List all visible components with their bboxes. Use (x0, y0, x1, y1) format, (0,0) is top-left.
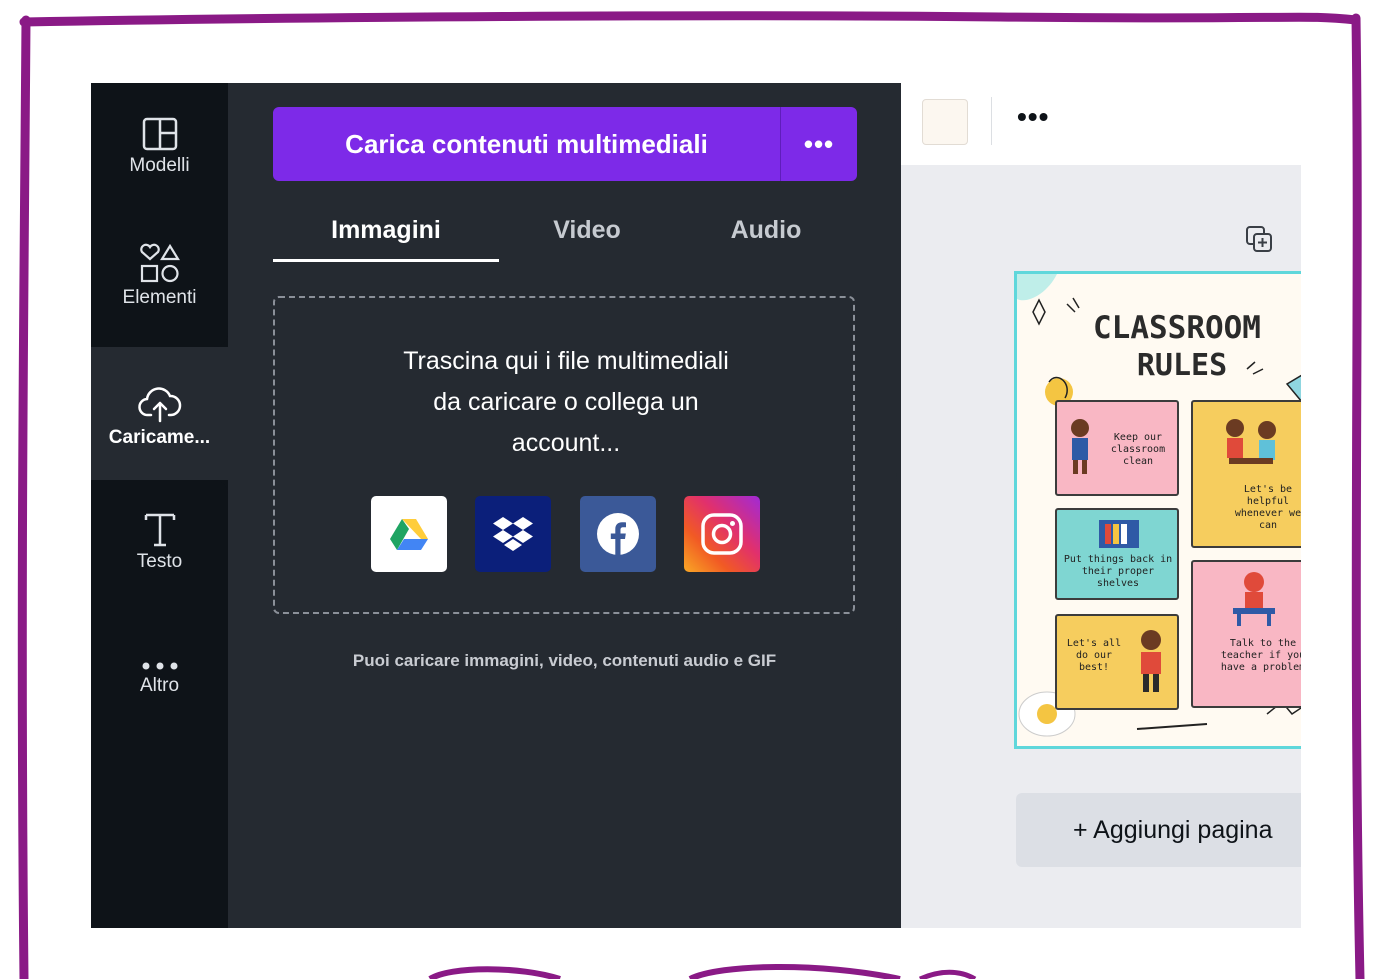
duplicate-page-icon[interactable] (1244, 224, 1274, 254)
canvas-workspace: CLASSROOM RULES Keep our classroom clean… (901, 165, 1301, 928)
sidebar-item-label: Modelli (129, 155, 190, 176)
active-tab-indicator (273, 259, 499, 262)
rule-card-3: Put things back in their proper shelves (1055, 508, 1179, 600)
editor-toolbar: ••• (901, 83, 1301, 165)
sidebar-item-altro[interactable]: Altro (91, 643, 228, 723)
text-icon (143, 503, 177, 547)
poster-title-line-2: RULES (1136, 348, 1228, 383)
child-illustration (1141, 630, 1161, 692)
sidebar-item-caricamenti[interactable]: Caricame... (91, 347, 228, 480)
editor-window: Modelli Elementi Caricame... Testo Altro… (91, 83, 1301, 928)
rule-card-1: Keep our classroom clean (1055, 400, 1179, 496)
dropzone-line-1: Trascina qui i file multimediali (403, 347, 729, 375)
rule-card-5: Let's all do our best! (1055, 614, 1179, 710)
more-dots-icon (141, 643, 179, 671)
uploads-panel: Carica contenuti multimediali ••• Immagi… (228, 83, 901, 928)
instagram-button[interactable] (684, 496, 760, 572)
rule-card-4: Talk to the teacher if you have a proble… (1191, 560, 1301, 708)
side-navigation: Modelli Elementi Caricame... Testo Altro (91, 83, 228, 928)
rule-card-2: Let's be helpful whenever we can (1191, 400, 1301, 548)
rule-text-5: Let's all do our best! (1066, 638, 1122, 673)
media-tabs: Immagini Video Audio (273, 201, 857, 263)
sidebar-item-label: Testo (136, 551, 183, 572)
children-illustration (1226, 419, 1276, 464)
upload-more-button[interactable]: ••• (780, 107, 857, 181)
upload-dropzone[interactable]: Trascina qui i file multimediali da cari… (273, 296, 855, 614)
toolbar-more-button[interactable]: ••• (1017, 101, 1049, 133)
sidebar-item-testo[interactable]: Testo (91, 503, 228, 603)
rule-text-1: Keep our classroom clean (1110, 432, 1166, 467)
shapes-icon (139, 239, 181, 283)
sidebar-item-modelli[interactable]: Modelli (91, 107, 228, 207)
facebook-button[interactable] (580, 496, 656, 572)
tab-immagini[interactable]: Immagini (273, 201, 499, 259)
sidebar-item-label: Altro (139, 675, 180, 696)
bookshelf-illustration (1099, 520, 1139, 548)
template-icon (142, 107, 178, 151)
rule-text-4: Talk to the teacher if you have a proble… (1220, 638, 1301, 673)
tab-video[interactable]: Video (499, 201, 675, 259)
upload-button-group: Carica contenuti multimediali ••• (273, 107, 857, 181)
background-color-swatch[interactable] (922, 99, 968, 145)
add-page-button[interactable]: + Aggiungi pagina (1016, 793, 1301, 867)
student-desk-illustration (1233, 572, 1275, 626)
google-drive-button[interactable] (371, 496, 447, 572)
child-illustration (1071, 419, 1089, 474)
upload-hint: Puoi caricare immagini, video, contenuti… (352, 651, 777, 670)
dropzone-line-2: da caricare o collega un (433, 388, 699, 416)
cloud-upload-icon (137, 379, 182, 423)
facebook-icon (597, 513, 639, 555)
sidebar-item-label: Elementi (122, 287, 197, 308)
dropzone-line-3: account... (511, 429, 621, 457)
toolbar-divider (991, 97, 992, 145)
dropbox-icon (493, 517, 533, 551)
rule-text-2: Let's be helpful whenever we can (1234, 484, 1301, 531)
tab-audio[interactable]: Audio (675, 201, 857, 259)
google-drive-icon (390, 519, 428, 550)
upload-media-button[interactable]: Carica contenuti multimediali (273, 107, 780, 181)
dropbox-button[interactable] (475, 496, 551, 572)
dropzone-instructions: Trascina qui i file multimediali da cari… (275, 341, 857, 464)
sidebar-item-label: Caricame... (108, 426, 211, 448)
design-page[interactable]: CLASSROOM RULES Keep our classroom clean… (1014, 271, 1301, 749)
rule-text-3: Put things back in their proper shelves (1063, 554, 1173, 589)
instagram-icon (701, 513, 743, 555)
poster-title-line-1: CLASSROOM (1093, 310, 1261, 346)
